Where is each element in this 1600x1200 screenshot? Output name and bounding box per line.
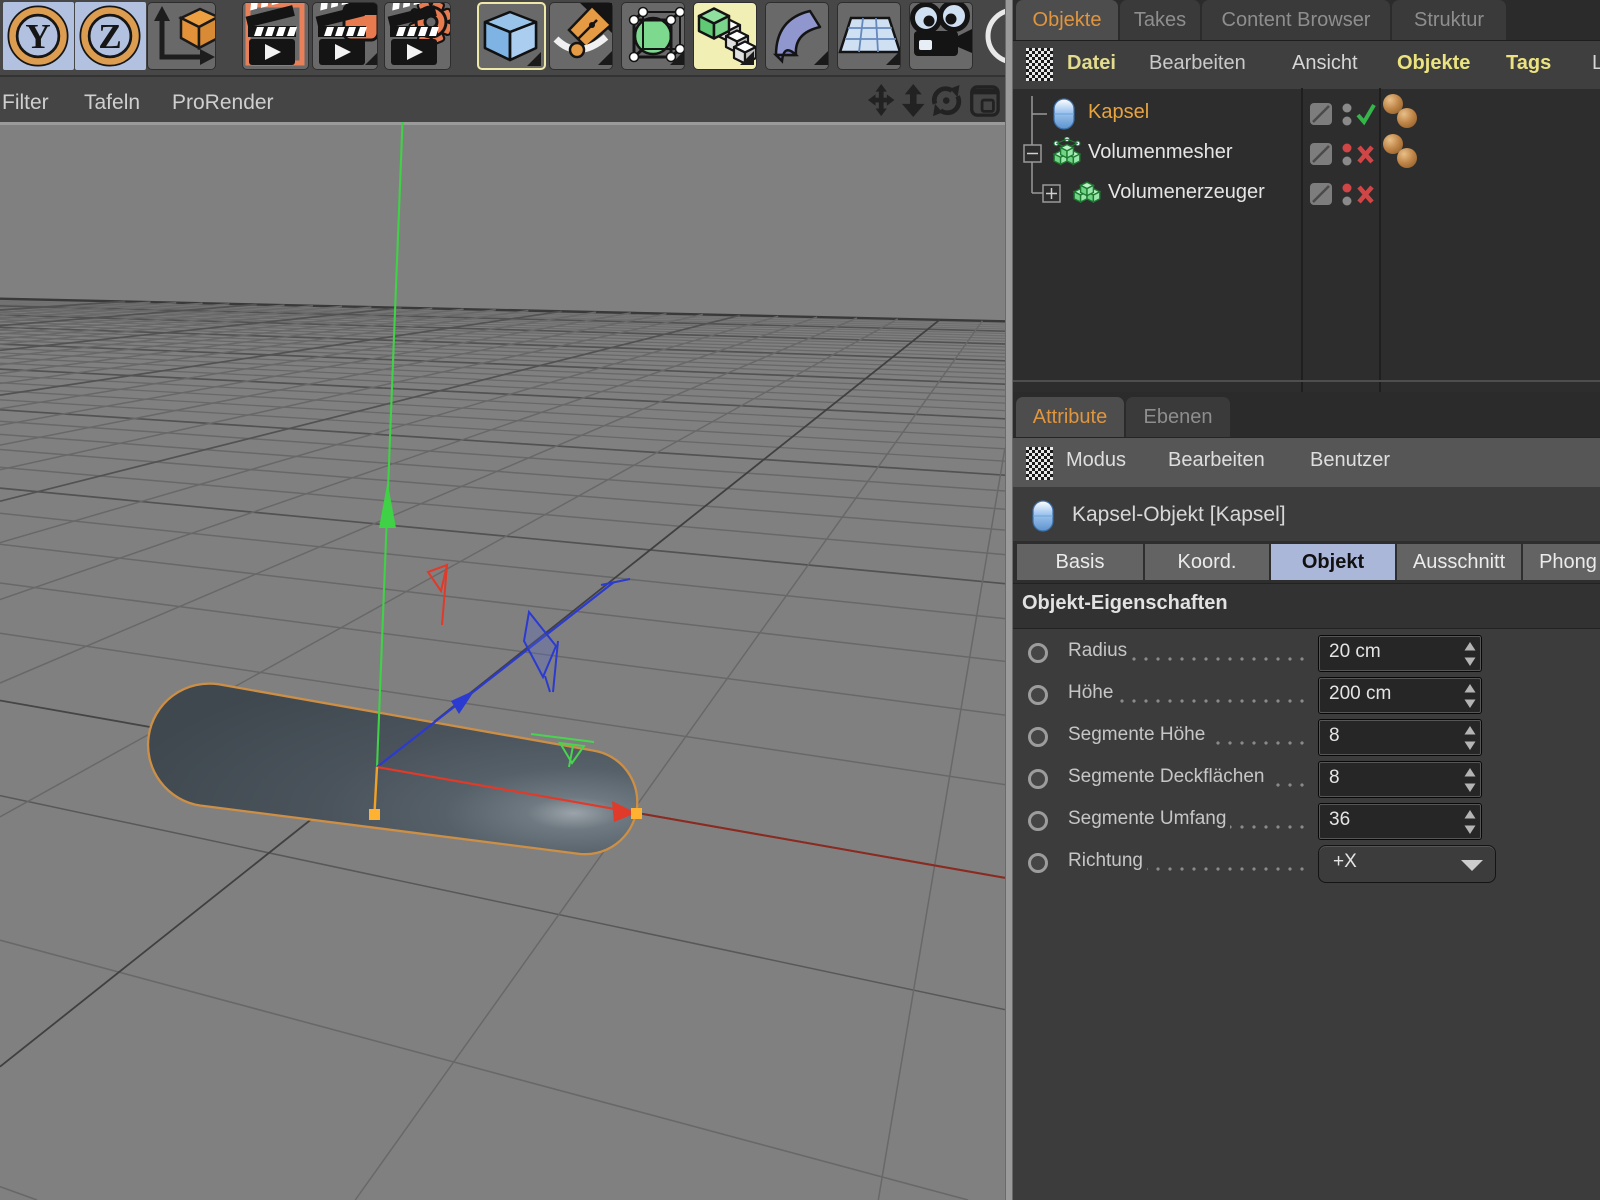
svg-text:Z: Z xyxy=(98,17,121,56)
svg-text:Y: Y xyxy=(25,17,50,56)
